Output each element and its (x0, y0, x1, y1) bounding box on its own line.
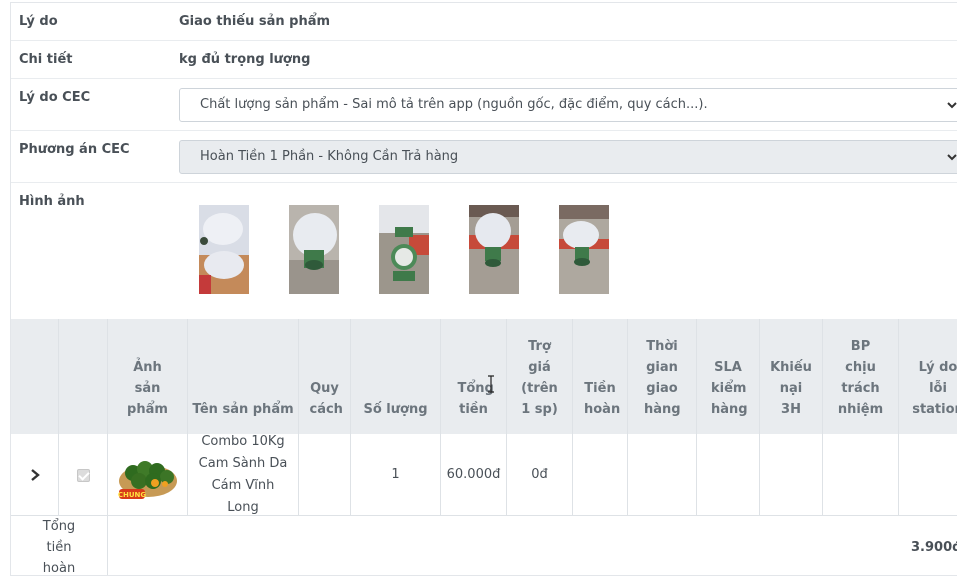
reason-label: Lý do (19, 14, 58, 29)
total-cell: 60.000đ (441, 434, 507, 516)
col-total: Tổng tiền (441, 319, 507, 434)
row-checkbox[interactable] (76, 468, 90, 482)
refund-cell (573, 434, 628, 516)
quantity-cell: 1 (351, 434, 441, 516)
sla-cell (697, 434, 760, 516)
detail-value: kg đủ trọng lượng (179, 52, 311, 67)
row-select-cell (59, 434, 108, 516)
chevron-right-icon (30, 469, 40, 481)
images-label: Hình ảnh (19, 194, 85, 209)
department-cell (823, 434, 899, 516)
col-spec: Quy cách (299, 319, 351, 434)
total-refund-label: Tổng tiền hoàn (11, 516, 108, 575)
expand-row-button[interactable] (11, 434, 59, 516)
product-name-cell: Combo 10Kg Cam Sành Da Cám Vĩnh Long (188, 434, 299, 516)
col-department: BP chịu trách nhiệm (823, 319, 899, 434)
col-expand (11, 319, 59, 434)
cec-reason-select[interactable]: Chất lượng sản phẩm - Sai mô tả trên app… (179, 88, 957, 122)
cec-plan-selected: Hoàn Tiền 1 Phần - Không Cần Trả hàng (200, 149, 459, 164)
evidence-image-2[interactable] (289, 205, 339, 294)
col-station-reason: Lý do lỗi station (912, 360, 957, 417)
detail-label: Chi tiết (19, 52, 73, 67)
col-complaint-3h: Khiếu nại 3H (760, 319, 823, 434)
chevron-down-icon (947, 154, 957, 161)
col-product-name: Tên sản phẩm (188, 319, 299, 434)
col-product-image: Ảnh sản phẩm (108, 319, 188, 434)
col-delivery-time: Thời gian giao hàng (628, 319, 697, 434)
evidence-image-3[interactable] (379, 205, 429, 294)
spec-cell (299, 434, 351, 516)
images-row: Hình ảnh (11, 183, 957, 319)
col-sla: SLA kiểm hàng (697, 319, 760, 434)
product-image: CHUNG (108, 434, 188, 516)
station-reason-cell (899, 434, 957, 516)
table-header: Ảnh sản phẩm Tên sản phẩm Quy cách Số lư… (11, 319, 957, 434)
cec-reason-selected: Chất lượng sản phẩm - Sai mô tả trên app… (200, 97, 708, 112)
complaint-detail-panel: Lý do Giao thiếu sản phẩm Chi tiết kg đủ… (10, 2, 957, 576)
total-refund-value: 3.900đ (911, 539, 957, 555)
table-row: CHUNG Combo 10Kg Cam Sành Da Cám Vĩnh Lo… (11, 434, 957, 516)
chevron-down-icon (947, 102, 957, 109)
cec-reason-row: Lý do CEC Chất lượng sản phẩm - Sai mô t… (11, 79, 957, 131)
reason-row: Lý do Giao thiếu sản phẩm (11, 3, 957, 41)
subsidy-cell: 0đ (507, 434, 573, 516)
product-badge-text: CHUNG (117, 491, 146, 499)
text-cursor-icon (488, 375, 494, 393)
reason-value: Giao thiếu sản phẩm (179, 14, 331, 29)
col-subsidy: Trợ giá (trên 1 sp) (507, 319, 573, 434)
detail-row: Chi tiết kg đủ trọng lượng (11, 41, 957, 79)
cec-plan-row: Phương án CEC Hoàn Tiền 1 Phần - Không C… (11, 131, 957, 183)
table-footer: Tổng tiền hoàn 3.900đ (11, 516, 957, 575)
evidence-image-4[interactable] (469, 205, 519, 294)
evidence-image-5[interactable] (559, 205, 609, 294)
col-select (59, 319, 108, 434)
cec-reason-label: Lý do CEC (19, 90, 91, 105)
delivery-time-cell (628, 434, 697, 516)
col-quantity: Số lượng (351, 319, 441, 434)
complaint-3h-cell (760, 434, 823, 516)
cec-plan-label: Phương án CEC (19, 142, 130, 157)
product-thumbnail: CHUNG (117, 461, 177, 499)
evidence-image-1[interactable] (199, 205, 249, 294)
cec-plan-select[interactable]: Hoàn Tiền 1 Phần - Không Cần Trả hàng (179, 140, 957, 174)
col-refund: Tiền hoàn (573, 319, 628, 434)
